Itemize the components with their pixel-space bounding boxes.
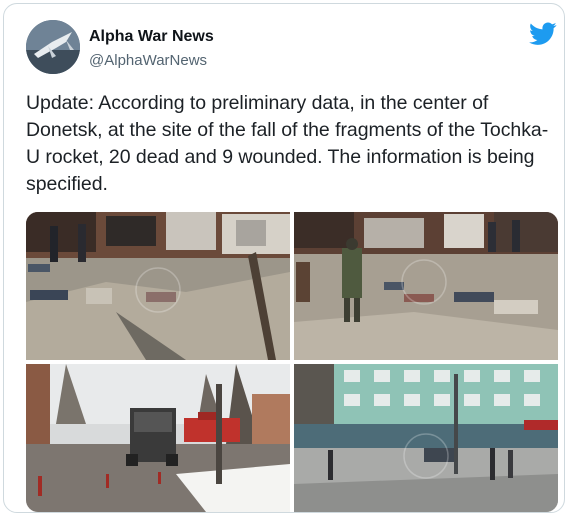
avatar[interactable]: [26, 20, 80, 74]
display-name[interactable]: Alpha War News: [89, 28, 214, 46]
media-photo-4[interactable]: [294, 364, 558, 512]
twitter-bird-icon[interactable]: [529, 22, 557, 46]
media-photo-3[interactable]: [26, 364, 290, 512]
user-handle[interactable]: @AlphaWarNews: [89, 52, 207, 69]
media-photo-2[interactable]: [294, 212, 558, 360]
media-photo-1[interactable]: [26, 212, 290, 360]
tweet-card[interactable]: Alpha War News @AlphaWarNews Update: Acc…: [3, 3, 565, 513]
media-grid: [26, 212, 558, 512]
tweet-text: Update: According to preliminary data, i…: [26, 92, 549, 195]
